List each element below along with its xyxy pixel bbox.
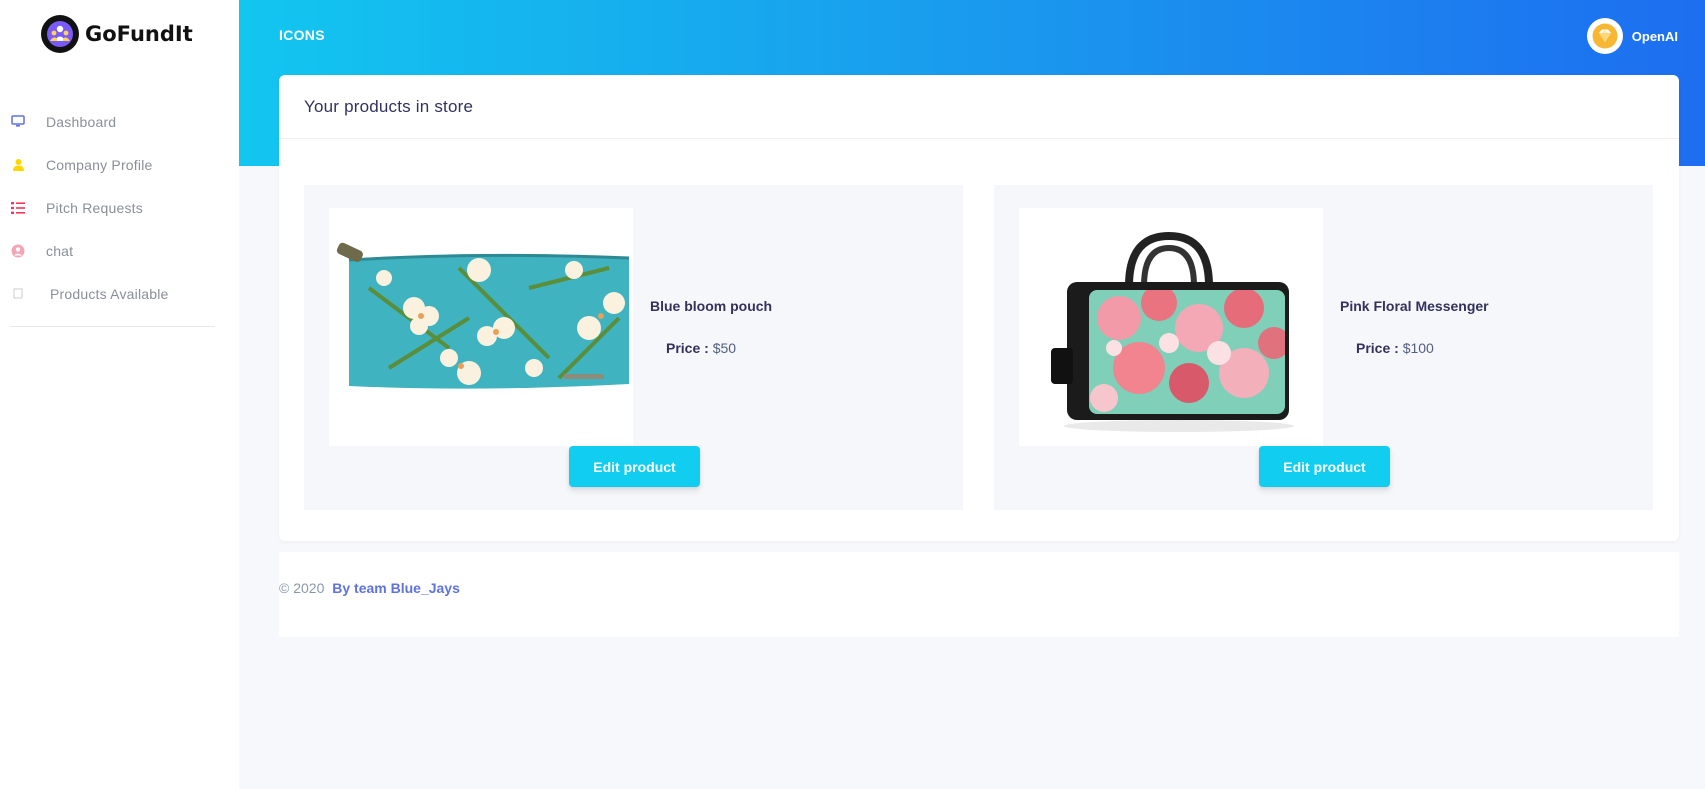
footer: © 2020 By team Blue_Jays xyxy=(279,552,1679,637)
price-value: $50 xyxy=(712,340,737,356)
list-icon xyxy=(10,200,26,216)
sidebar-item-dashboard[interactable]: Dashboard xyxy=(0,100,239,143)
monitor-icon xyxy=(10,114,26,130)
sidebar-item-label: Company Profile xyxy=(46,156,153,173)
card-header: Your products in store xyxy=(279,75,1679,139)
product-item: Pink Floral Messenger Price : $100 Edit … xyxy=(994,185,1653,510)
sidebar-item-chat[interactable]: chat xyxy=(0,229,239,272)
sidebar-item-label: Dashboard xyxy=(46,113,117,130)
user-circle-icon xyxy=(10,243,26,259)
product-price: Price : $100 xyxy=(1356,340,1434,356)
team-link[interactable]: By team Blue_Jays xyxy=(332,580,460,596)
box-icon xyxy=(10,286,26,302)
copyright: © 2020 xyxy=(279,580,325,596)
sidebar-item-company-profile[interactable]: Company Profile xyxy=(0,143,239,186)
footer-text: © 2020 By team Blue_Jays xyxy=(279,580,460,596)
card-title: Your products in store xyxy=(304,96,474,116)
sidebar-item-products-available[interactable]: Products Available xyxy=(0,272,239,315)
product-name: Blue bloom pouch xyxy=(650,298,773,314)
user-menu[interactable]: OpenAI xyxy=(1586,18,1678,54)
edit-product-button[interactable]: Edit product xyxy=(1259,446,1390,487)
product-price: Price : $50 xyxy=(666,340,736,356)
user-name: OpenAI xyxy=(1631,28,1678,44)
users-group-icon xyxy=(41,15,79,53)
sidebar-nav: Dashboard Company Profile Pitch Requests… xyxy=(0,100,239,315)
product-image xyxy=(329,208,633,446)
avatar xyxy=(1586,18,1623,54)
price-value: $100 xyxy=(1402,340,1434,356)
sidebar-item-label: chat xyxy=(46,242,74,259)
product-image xyxy=(1019,208,1323,446)
sketch-diamond-icon xyxy=(1592,23,1618,49)
brand-name: GoFundIt xyxy=(85,22,193,46)
sidebar: GoFundIt Dashboard Company Profile Pitch… xyxy=(0,0,239,789)
sidebar-item-label: Products Available xyxy=(50,285,169,302)
products-card: Your products in store Blue bloom pouch … xyxy=(279,75,1679,541)
price-label: Price : xyxy=(666,340,709,356)
user-icon xyxy=(10,157,26,173)
page-title[interactable]: ICONS xyxy=(279,27,325,43)
product-item: Blue bloom pouch Price : $50 Edit produc… xyxy=(304,185,963,510)
sidebar-item-pitch-requests[interactable]: Pitch Requests xyxy=(0,186,239,229)
sidebar-item-label: Pitch Requests xyxy=(46,199,143,216)
product-name: Pink Floral Messenger xyxy=(1340,298,1489,314)
edit-product-button[interactable]: Edit product xyxy=(569,446,700,487)
sidebar-divider xyxy=(10,326,215,327)
brand-logo[interactable]: GoFundIt xyxy=(41,15,193,53)
price-label: Price : xyxy=(1356,340,1399,356)
